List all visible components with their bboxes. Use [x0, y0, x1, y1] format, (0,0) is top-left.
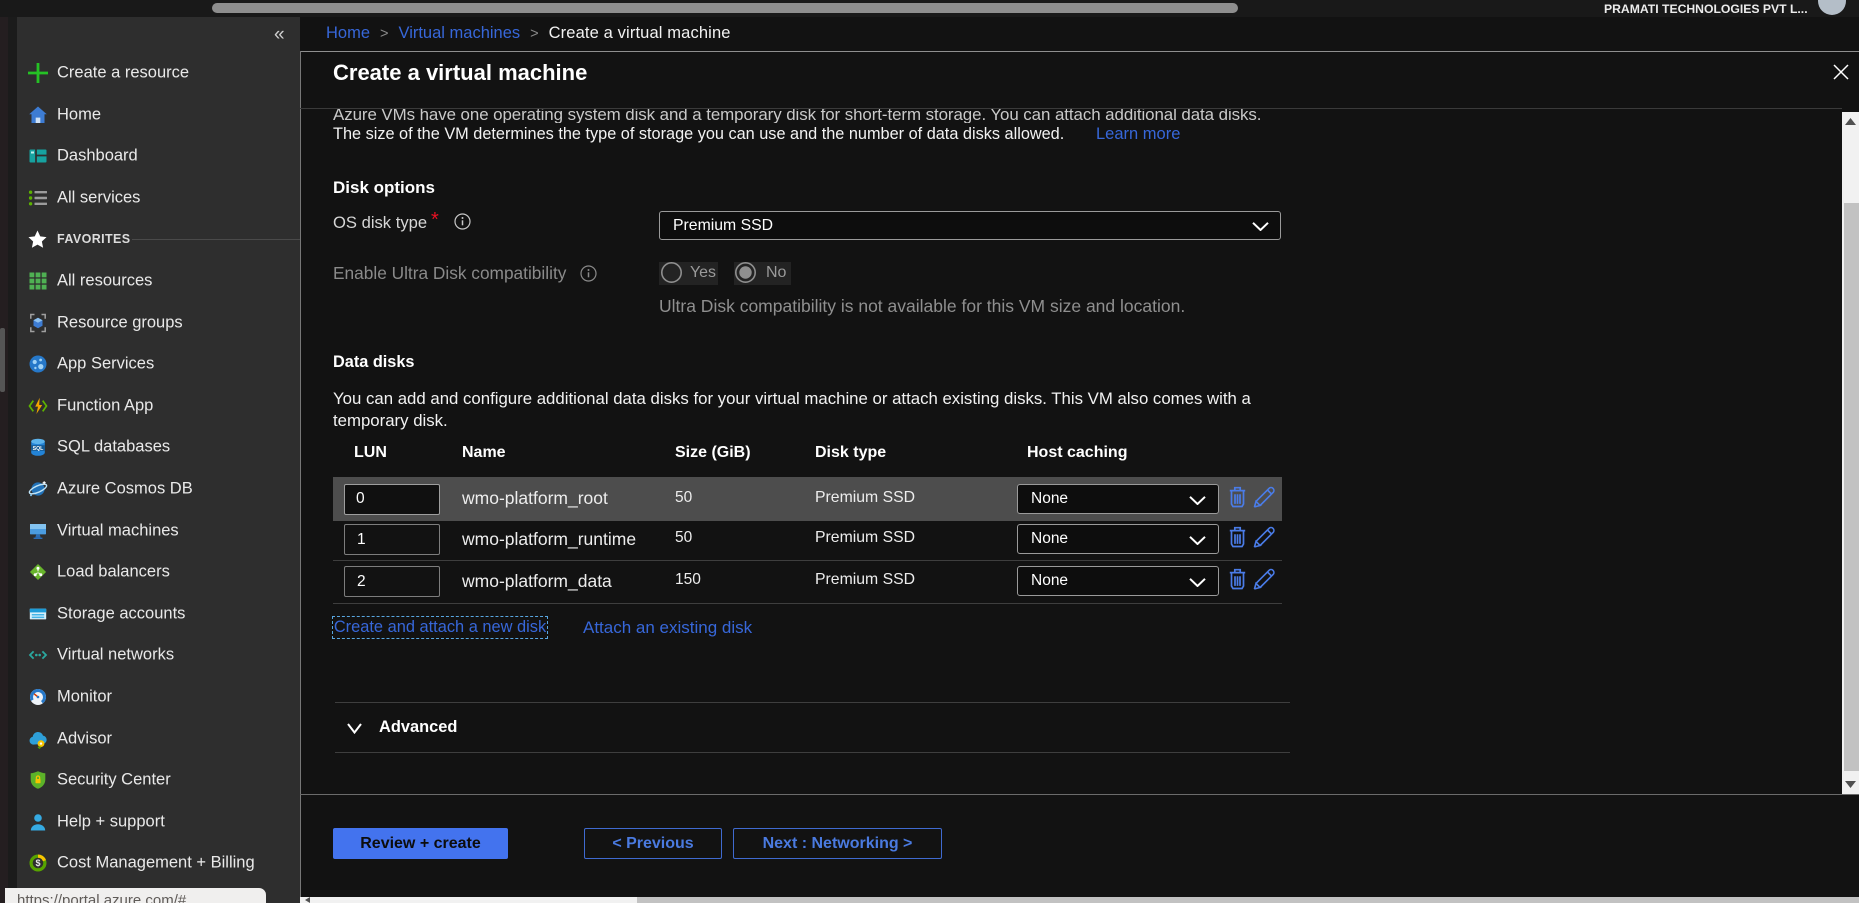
svg-text:$: $: [35, 858, 40, 868]
svg-text:SQL: SQL: [33, 446, 44, 452]
